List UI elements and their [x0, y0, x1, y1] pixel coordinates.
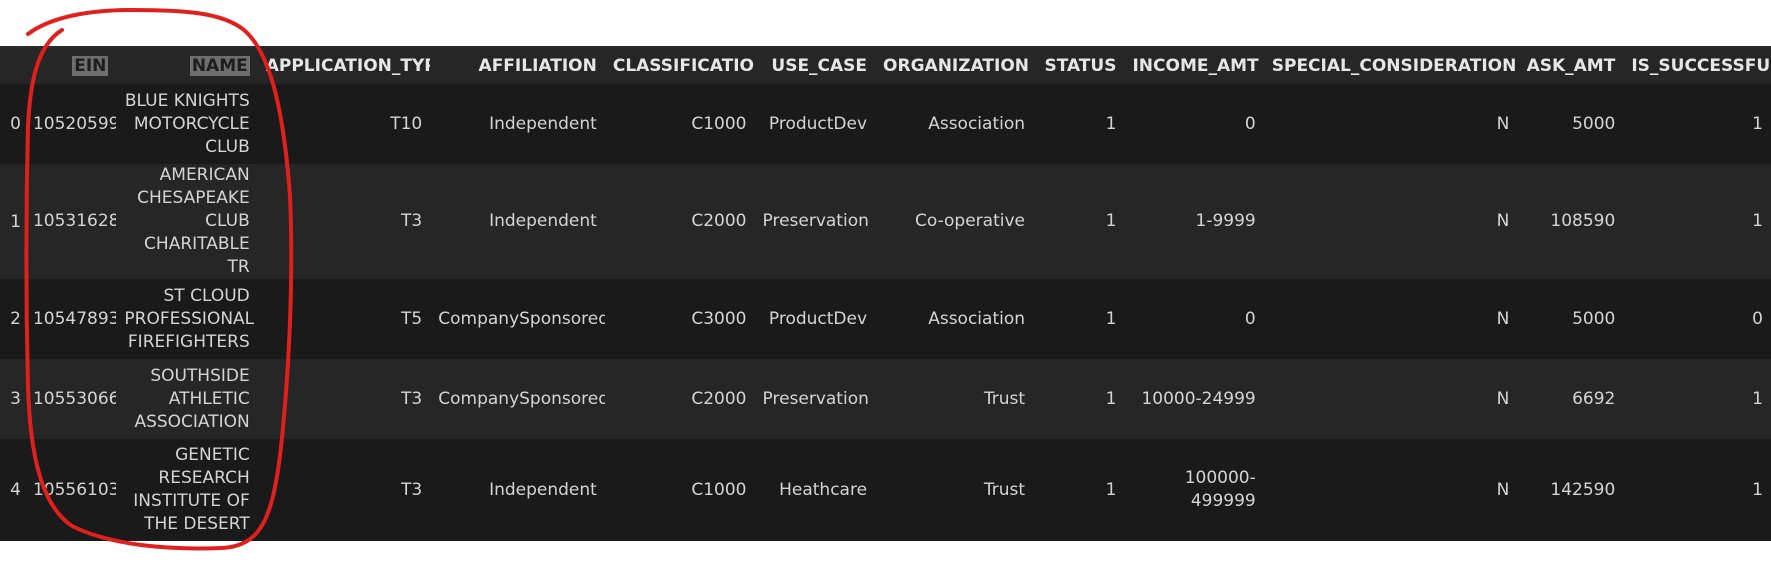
table-row: 4 10556103 GENETIC RESEARCH INSTITUTE OF… — [0, 439, 1771, 541]
table-row: 1 10531628 AMERICAN CHESAPEAKE CLUB CHAR… — [0, 164, 1771, 279]
cell-classification: C3000 — [691, 308, 747, 329]
cell-name: SOUTHSIDE ATHLETIC ASSOCIATION — [134, 365, 250, 432]
cell-classification: C2000 — [691, 388, 747, 409]
cell-income-amt: 0 — [1244, 113, 1256, 134]
cell-application-type: T5 — [401, 308, 423, 329]
cell-use-case: Heathcare — [779, 479, 868, 500]
cell-classification: C1000 — [691, 113, 747, 134]
cell-ein: 10520599 — [32, 113, 117, 134]
cell-ask-amt: 5000 — [1572, 113, 1616, 134]
cell-use-case: Preservation — [762, 211, 869, 231]
cell-is-successful: 0 — [1752, 308, 1763, 329]
cell-organization: Trust — [983, 388, 1026, 409]
row-index: 1 — [10, 211, 21, 232]
cell-organization: Trust — [983, 479, 1026, 500]
cell-status: 1 — [1105, 479, 1117, 500]
column-header-status[interactable]: STATUS — [1033, 48, 1124, 84]
table-header-row: EIN NAME APPLICATION_TYPE AFFILIATION CL… — [0, 48, 1771, 84]
cell-application-type: T10 — [390, 113, 423, 134]
cell-income-amt: 10000-24999 — [1141, 388, 1256, 409]
cell-income-amt: 100000-499999 — [1184, 468, 1256, 511]
cell-affiliation: Independent — [489, 113, 597, 134]
dataframe-table: EIN NAME APPLICATION_TYPE AFFILIATION CL… — [0, 48, 1771, 541]
cell-special-considerations: N — [1496, 479, 1510, 500]
cell-name: BLUE KNIGHTS MOTORCYCLE CLUB — [124, 90, 250, 157]
cell-classification: C1000 — [691, 479, 747, 500]
cell-name: GENETIC RESEARCH INSTITUTE OF THE DESERT — [133, 445, 250, 534]
cell-name: AMERICAN CHESAPEAKE CLUB CHARITABLE TR — [137, 165, 250, 277]
cell-special-considerations: N — [1496, 211, 1510, 231]
cell-classification: C2000 — [691, 211, 747, 231]
cell-ein: 10556103 — [32, 479, 117, 500]
cell-ask-amt: 5000 — [1572, 308, 1616, 329]
cell-is-successful: 1 — [1752, 211, 1763, 231]
cell-use-case: ProductDev — [768, 308, 868, 329]
cell-affiliation: CompanySponsored — [438, 388, 605, 409]
table-row: 2 10547893 ST CLOUD PROFESSIONAL FIREFIG… — [0, 279, 1771, 359]
column-header-use-case[interactable]: USE_CASE — [755, 48, 876, 84]
column-header-application-type[interactable]: APPLICATION_TYPE — [258, 48, 431, 84]
cell-is-successful: 1 — [1752, 113, 1763, 134]
index-header — [0, 48, 25, 84]
cell-organization: Association — [928, 308, 1026, 329]
cell-status: 1 — [1105, 308, 1117, 329]
row-index: 2 — [10, 309, 21, 329]
cell-status: 1 — [1105, 211, 1117, 231]
cell-is-successful: 1 — [1752, 479, 1763, 500]
column-header-income-amt[interactable]: INCOME_AMT — [1124, 48, 1263, 84]
cell-special-considerations: N — [1496, 388, 1510, 409]
cell-application-type: T3 — [401, 211, 423, 231]
table-row: 3 10553066 SOUTHSIDE ATHLETIC ASSOCIATIO… — [0, 359, 1771, 439]
column-header-ask-amt[interactable]: ASK_AMT — [1517, 48, 1623, 84]
cell-ask-amt: 142590 — [1550, 479, 1616, 500]
row-index: 4 — [10, 480, 21, 500]
cell-use-case: ProductDev — [768, 113, 868, 134]
cell-status: 1 — [1105, 113, 1117, 134]
cell-ein: 10547893 — [32, 308, 117, 329]
cell-application-type: T3 — [401, 388, 423, 409]
cell-organization: Association — [928, 113, 1026, 134]
column-header-is-successful[interactable]: IS_SUCCESSFUL — [1623, 48, 1771, 84]
cell-affiliation: Independent — [489, 211, 597, 231]
row-index: 3 — [10, 389, 21, 409]
cell-ask-amt: 108590 — [1550, 211, 1616, 231]
table-row: 0 10520599 BLUE KNIGHTS MOTORCYCLE CLUB … — [0, 84, 1771, 164]
cell-use-case: Preservation — [762, 388, 869, 409]
dataframe-output: EIN NAME APPLICATION_TYPE AFFILIATION CL… — [0, 46, 1771, 541]
cell-status: 1 — [1105, 388, 1117, 409]
cell-ein: 10553066 — [32, 388, 117, 409]
column-header-organization[interactable]: ORGANIZATION — [875, 48, 1033, 84]
cell-affiliation: Independent — [489, 479, 597, 500]
column-header-classification[interactable]: CLASSIFICATION — [605, 48, 755, 84]
row-index: 0 — [10, 114, 21, 134]
column-header-name-label: NAME — [189, 56, 250, 76]
cell-income-amt: 1-9999 — [1195, 211, 1256, 231]
column-header-ein[interactable]: EIN — [25, 48, 116, 84]
cell-application-type: T3 — [401, 479, 423, 500]
cell-is-successful: 1 — [1752, 388, 1763, 409]
cell-ask-amt: 6692 — [1572, 388, 1616, 409]
cell-special-considerations: N — [1496, 308, 1510, 329]
cell-income-amt: 0 — [1244, 308, 1256, 329]
cell-affiliation: CompanySponsored — [438, 308, 605, 329]
cell-name: ST CLOUD PROFESSIONAL FIREFIGHTERS — [124, 285, 255, 352]
column-header-ein-label: EIN — [72, 56, 109, 76]
column-header-special-considerations[interactable]: SPECIAL_CONSIDERATIONS — [1264, 48, 1518, 84]
cell-ein: 10531628 — [32, 211, 117, 231]
cell-organization: Co-operative — [915, 211, 1026, 231]
column-header-name[interactable]: NAME — [116, 48, 257, 84]
cell-special-considerations: N — [1496, 113, 1510, 134]
column-header-affiliation[interactable]: AFFILIATION — [430, 48, 605, 84]
